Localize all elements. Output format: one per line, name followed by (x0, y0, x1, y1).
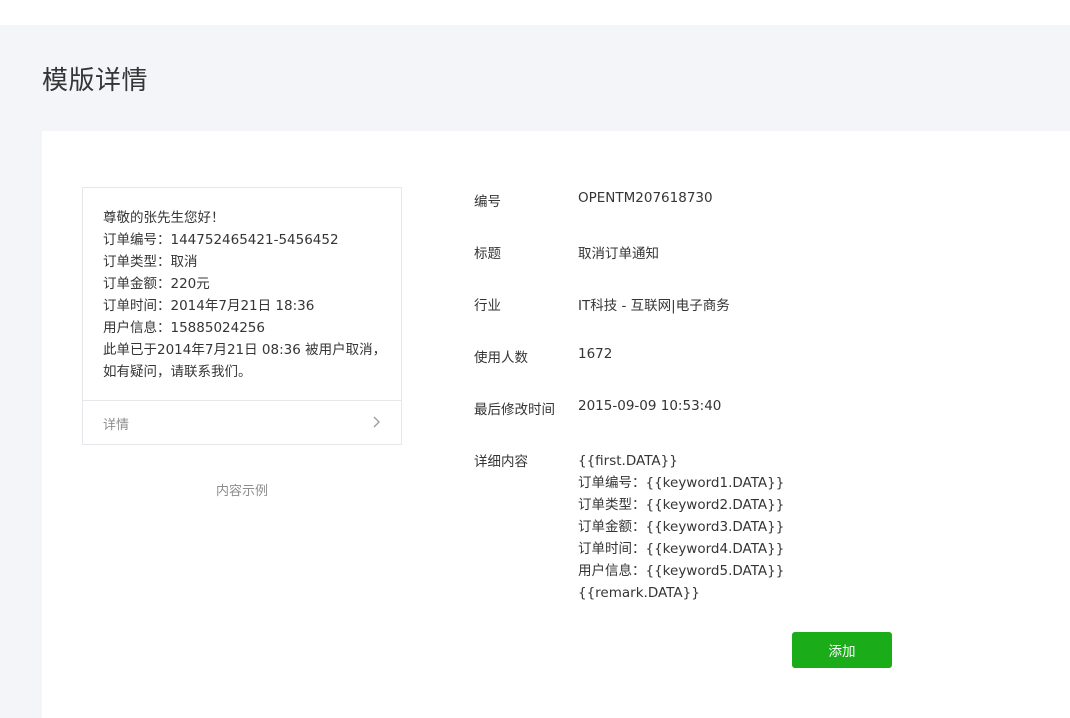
preview-detail-link[interactable]: 详情 (83, 400, 401, 446)
industry-label: 行业 (474, 298, 501, 314)
content-value: {{first.DATA}} 订单编号：{{keyword1.DATA}} 订单… (578, 450, 978, 604)
template-detail-card: 尊敬的张先生您好！ 订单编号：144752465421-5456452 订单类型… (42, 131, 1070, 718)
content-line: 订单编号：{{keyword1.DATA}} (578, 475, 785, 491)
add-button[interactable]: 添加 (792, 632, 892, 668)
title-label: 标题 (474, 246, 501, 262)
preview-line: 订单编号：144752465421-5456452 (103, 232, 339, 248)
preview-line: 订单类型：取消 (103, 254, 198, 270)
top-bar (0, 0, 1070, 25)
preview-line: 订单金额：220元 (103, 276, 210, 292)
preview-line: 尊敬的张先生您好！ (103, 210, 225, 226)
id-label: 编号 (474, 194, 501, 210)
content-line: 订单时间：{{keyword4.DATA}} (578, 541, 785, 557)
preview-caption: 内容示例 (215, 484, 268, 499)
id-value: OPENTM207618730 (578, 190, 713, 206)
modified-label: 最后修改时间 (474, 402, 555, 418)
message-preview: 尊敬的张先生您好！ 订单编号：144752465421-5456452 订单类型… (82, 187, 402, 445)
content-line: {{remark.DATA}} (578, 585, 700, 601)
users-value: 1672 (578, 346, 613, 362)
preview-line: 此单已于2014年7月21日 08:36 被用户取消，如有疑问，请联系我们。 (103, 342, 387, 380)
chevron-right-icon (371, 414, 383, 428)
modified-value: 2015-09-09 10:53:40 (578, 398, 722, 414)
page-title: 模版详情 (42, 66, 149, 96)
content-line: 订单类型：{{keyword2.DATA}} (578, 497, 785, 513)
users-label: 使用人数 (474, 350, 528, 366)
preview-detail-label: 详情 (103, 418, 130, 433)
content-line: {{first.DATA}} (578, 453, 678, 469)
title-value: 取消订单通知 (578, 246, 659, 262)
content-line: 订单金额：{{keyword3.DATA}} (578, 519, 785, 535)
preview-body: 尊敬的张先生您好！ 订单编号：144752465421-5456452 订单类型… (103, 207, 388, 383)
content-label: 详细内容 (474, 454, 528, 470)
preview-line: 用户信息：15885024256 (103, 320, 265, 336)
preview-line: 订单时间：2014年7月21日 18:36 (103, 298, 315, 314)
industry-value: IT科技 - 互联网|电子商务 (578, 298, 730, 314)
content-line: 用户信息：{{keyword5.DATA}} (578, 563, 785, 579)
